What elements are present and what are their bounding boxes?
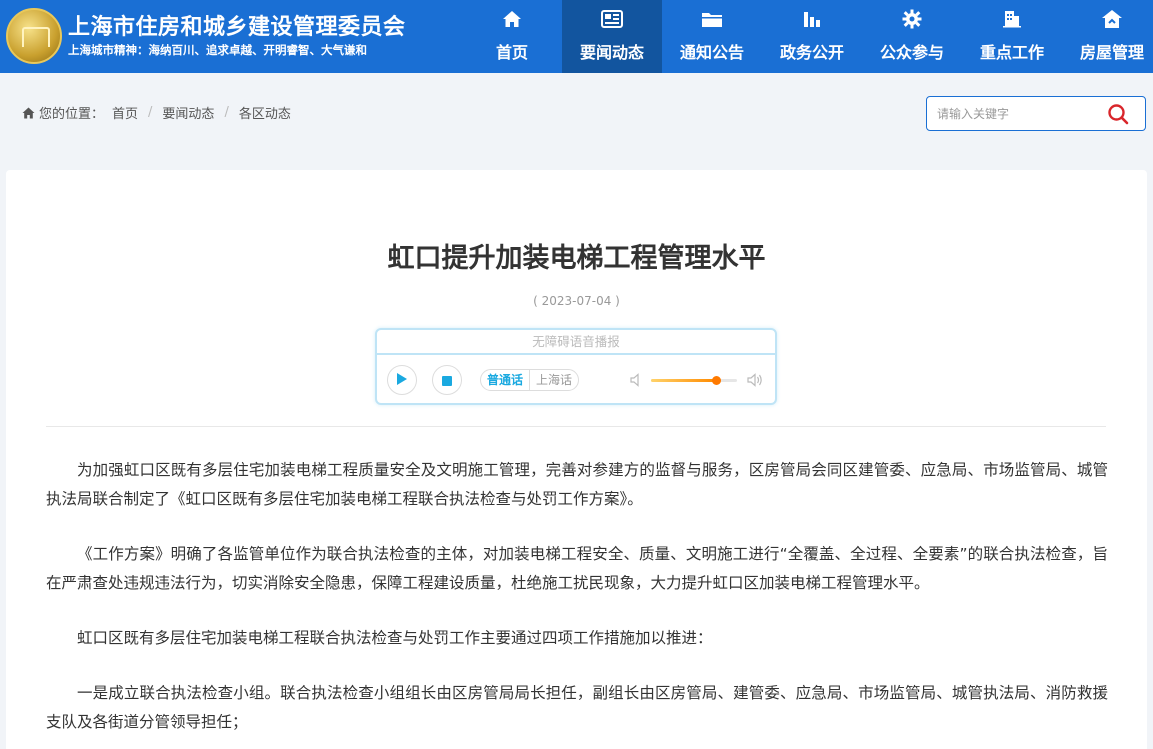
nav-item-home[interactable]: 首页	[462, 0, 562, 73]
content-divider	[46, 426, 1106, 427]
article-paragraph: 为加强虹口区既有多层住宅加装电梯工程质量安全及文明施工管理，完善对参建方的监督与…	[46, 461, 1108, 508]
lang-mandarin[interactable]: 普通话	[481, 370, 529, 390]
breadcrumb-news-link[interactable]: 要闻动态	[162, 103, 214, 122]
gear-icon	[901, 8, 923, 30]
search-box	[926, 96, 1146, 131]
language-switch: 普通话 上海话	[480, 369, 580, 391]
volume-slider-handle[interactable]	[711, 376, 721, 385]
nav-label: 房屋管理	[1079, 43, 1144, 62]
nav-label: 政务公开	[779, 43, 844, 62]
site-title[interactable]: 上海市住房和城乡建设管理委员会	[68, 9, 406, 41]
nav-item-notices[interactable]: 通知公告	[662, 0, 762, 73]
search-input[interactable]	[937, 105, 1097, 123]
site-header: 上海市住房和城乡建设管理委员会 上海城市精神：海纳百川、追求卓越、开明睿智、大气…	[0, 0, 1153, 73]
article-card: 虹口提升加装电梯工程管理水平 ( 2023-07-04 ) 无障碍语音播报 普通…	[6, 170, 1147, 749]
breadcrumb-home-link[interactable]: 首页	[112, 103, 138, 122]
volume-slider[interactable]	[651, 376, 737, 385]
nav-label: 通知公告	[679, 43, 744, 62]
article-paragraph: 《工作方案》明确了各监管单位作为联合执法检查的主体，对加装电梯工程安全、质量、文…	[46, 545, 1108, 592]
folder-icon	[701, 8, 723, 30]
nav-label: 公众参与	[879, 43, 944, 62]
article-body: 为加强虹口区既有多层住宅加装电梯工程质量安全及文明施工管理，完善对参建方的监督与…	[46, 456, 1108, 749]
stop-button[interactable]	[432, 365, 462, 395]
main-nav: 首页 要闻动态 通知公告 政务公开 公众参与 重点工作 房屋管理	[462, 0, 1153, 73]
nav-label: 首页	[495, 43, 528, 62]
bar-chart-icon	[801, 8, 823, 30]
site-motto: 上海城市精神：海纳百川、追求卓越、开明睿智、大气谦和	[68, 43, 367, 57]
nav-label: 重点工作	[979, 43, 1044, 62]
site-logo[interactable]	[6, 8, 62, 64]
building-icon	[1001, 8, 1023, 30]
lang-shanghainese[interactable]: 上海话	[529, 370, 578, 390]
article-title: 虹口提升加装电梯工程管理水平	[387, 243, 766, 274]
stop-icon	[442, 371, 452, 390]
play-button[interactable]	[387, 365, 417, 395]
volume-low-icon[interactable]	[629, 372, 645, 388]
player-title: 无障碍语音播报	[377, 330, 775, 355]
breadcrumb: 您的位置： 首页 / 要闻动态 / 各区动态	[22, 103, 291, 122]
nav-item-public[interactable]: 公众参与	[862, 0, 962, 73]
breadcrumb-prefix: 您的位置：	[39, 107, 105, 122]
nav-item-news[interactable]: 要闻动态	[562, 0, 662, 73]
nav-item-gov-affairs[interactable]: 政务公开	[762, 0, 862, 73]
article-paragraph: 一是成立联合执法检查小组。联合执法检查小组组长由区房管局局长担任，副组长由区房管…	[46, 684, 1108, 731]
nav-label: 要闻动态	[579, 43, 644, 62]
audio-player: 无障碍语音播报 普通话 上海话	[375, 328, 777, 405]
search-icon[interactable]	[1107, 103, 1129, 125]
volume-slider-fill	[651, 379, 716, 382]
home-icon	[22, 107, 35, 119]
news-icon	[601, 8, 623, 30]
article-date: ( 2023-07-04 )	[533, 294, 620, 308]
volume-high-icon[interactable]	[746, 372, 762, 388]
nav-item-key-work[interactable]: 重点工作	[962, 0, 1062, 73]
play-icon	[396, 371, 408, 390]
breadcrumb-separator: /	[224, 105, 229, 120]
article-paragraph: 虹口区既有多层住宅加装电梯工程联合执法检查与处罚工作主要通过四项工作措施加以推进…	[77, 629, 713, 647]
house-icon	[1101, 8, 1123, 30]
breadcrumb-current[interactable]: 各区动态	[239, 103, 291, 122]
nav-item-housing[interactable]: 房屋管理	[1062, 0, 1153, 73]
breadcrumb-separator: /	[148, 105, 153, 120]
home-icon	[501, 8, 523, 30]
